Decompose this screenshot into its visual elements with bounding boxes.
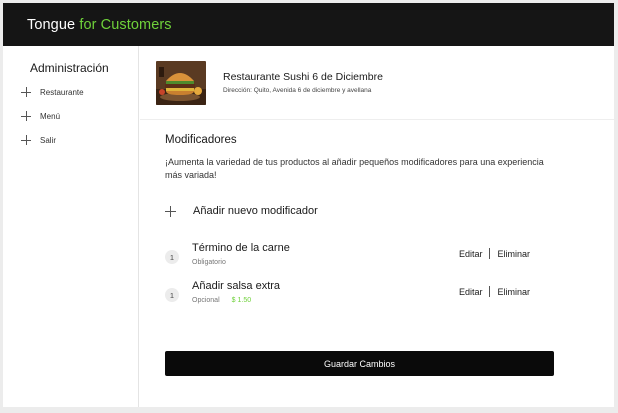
delete-button[interactable]: Eliminar xyxy=(497,287,530,297)
sidebar-item-restaurante[interactable]: Restaurante xyxy=(3,80,138,104)
edit-button[interactable]: Editar xyxy=(459,287,483,297)
modifier-type: Obligatorio xyxy=(192,259,226,266)
modifiers-section: Modificadores ¡Aumenta la variedad de tu… xyxy=(140,120,554,318)
plus-icon xyxy=(21,87,31,97)
brand-name: Tongue xyxy=(27,16,80,33)
sidebar-item-label: Menú xyxy=(40,111,61,121)
delete-button[interactable]: Eliminar xyxy=(497,249,530,259)
modifier-name: Término de la carne xyxy=(192,242,290,254)
app-window: Tongue for Customers Administración Rest… xyxy=(3,3,614,407)
main-content: Restaurante Sushi 6 de Diciembre Direcci… xyxy=(140,46,614,407)
sidebar-title: Administración xyxy=(30,61,109,75)
modifier-index-badge: 1 xyxy=(165,288,179,302)
restaurant-info: Restaurante Sushi 6 de Diciembre Direcci… xyxy=(223,71,383,94)
sidebar-item-label: Salir xyxy=(40,135,57,145)
brand-logo[interactable]: Tongue for Customers xyxy=(27,17,172,33)
sidebar-item-salir[interactable]: Salir xyxy=(3,128,138,152)
plus-icon xyxy=(165,205,176,217)
burger-photo-icon xyxy=(156,60,206,105)
sidebar: Administración Restaurante Menú Salir xyxy=(3,46,139,407)
restaurant-address: Dirección: Quito, Avenida 6 de diciembre… xyxy=(223,87,372,94)
action-divider xyxy=(489,286,491,297)
plus-icon xyxy=(21,111,31,121)
restaurant-image xyxy=(156,60,206,105)
brand-tagline: for Customers xyxy=(79,16,172,33)
restaurant-name: Restaurante Sushi 6 de Diciembre xyxy=(223,71,383,83)
modifier-name: Añadir salsa extra xyxy=(192,280,281,292)
plus-icon xyxy=(21,135,31,145)
modifier-subline: Opcional $ 1.50 xyxy=(192,297,251,304)
modifier-item: 1 Añadir salsa extra Opcional $ 1.50 Edit… xyxy=(165,280,554,318)
sidebar-item-label: Restaurante xyxy=(40,87,84,97)
modifier-type: Opcional xyxy=(192,297,220,304)
modifier-actions: Editar Eliminar xyxy=(459,286,530,297)
modifier-index-badge: 1 xyxy=(165,250,179,264)
add-modifier-button[interactable]: Añadir nuevo modificador xyxy=(165,204,554,218)
save-changes-button[interactable]: Guardar Cambios xyxy=(165,351,554,376)
edit-button[interactable]: Editar xyxy=(459,249,483,259)
restaurant-header: Restaurante Sushi 6 de Diciembre Direcci… xyxy=(140,46,614,120)
modifier-item: 1 Término de la carne Obligatorio Editar… xyxy=(165,242,554,280)
top-bar: Tongue for Customers xyxy=(3,3,614,46)
add-modifier-label: Añadir nuevo modificador xyxy=(193,205,318,217)
sidebar-item-menu[interactable]: Menú xyxy=(3,104,138,128)
action-divider xyxy=(489,248,491,259)
section-title: Modificadores xyxy=(165,134,237,146)
modifier-actions: Editar Eliminar xyxy=(459,248,530,259)
modifier-price: $ 1.50 xyxy=(231,297,252,304)
section-description: ¡Aumenta la variedad de tus productos al… xyxy=(165,157,544,180)
